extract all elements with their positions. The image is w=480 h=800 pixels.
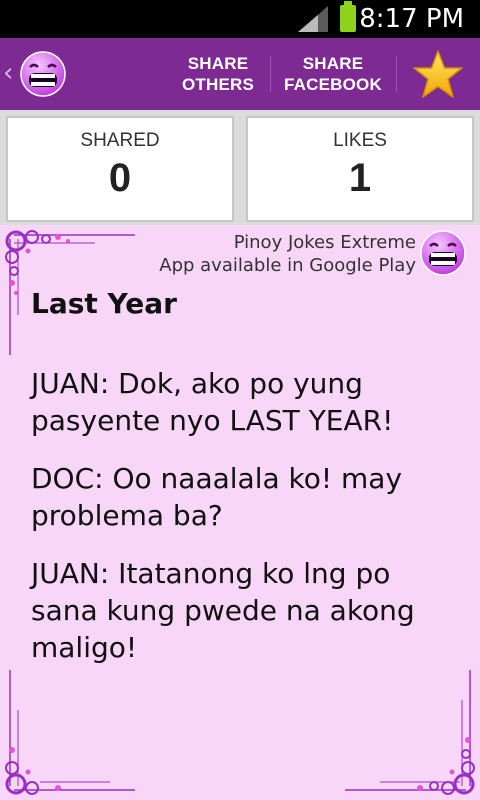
likes-stat-card[interactable]: LIKES 1 [246,116,474,222]
share-facebook-label-1: SHARE [302,54,364,73]
joke-body: Last Year JUAN: Dok, ako po yung pasyent… [31,287,451,687]
status-bar: 8:17 PM [0,0,480,38]
shared-stat-card: SHARED 0 [6,116,234,222]
promo-line-1: Pinoy Jokes Extreme [233,232,416,253]
share-facebook-button[interactable]: SHARE FACEBOOK [280,53,386,95]
action-bar: ‹ SHARE OTHERS SHARE FACEBOOK [0,38,480,110]
laughing-face-icon [420,230,466,276]
toolbar-divider [270,56,271,92]
shared-label: SHARED [80,130,160,151]
status-time: 8:17 PM [359,4,464,34]
laughing-face-icon[interactable] [20,51,66,97]
promo-text: Pinoy Jokes Extreme App available in Goo… [159,231,416,277]
signal-icon [298,6,328,32]
likes-label: LIKES [333,130,387,151]
share-others-button[interactable]: SHARE OTHERS [172,53,264,95]
joke-paragraph: JUAN: Itatanong ko lng po sana kung pwed… [31,557,415,664]
battery-icon [340,1,356,32]
joke-title: Last Year [31,287,177,320]
joke-content-area[interactable]: Pinoy Jokes Extreme App available in Goo… [0,225,480,800]
back-chevron-icon[interactable]: ‹ [3,58,13,88]
stats-panel: SHARED 0 LIKES 1 [0,110,480,225]
star-icon[interactable] [412,49,464,101]
share-facebook-label-2: FACEBOOK [284,75,382,94]
joke-paragraph: JUAN: Dok, ako po yung pasyente nyo LAST… [31,367,394,437]
share-others-label-2: OTHERS [181,75,255,94]
promo-line-2: App available in Google Play [159,255,416,276]
likes-count: 1 [348,156,372,200]
toolbar-divider [396,56,397,92]
share-others-label-1: SHARE [187,54,249,73]
shared-count: 0 [108,156,132,200]
joke-paragraph: DOC: Oo naaalala ko! may problema ba? [31,462,403,532]
